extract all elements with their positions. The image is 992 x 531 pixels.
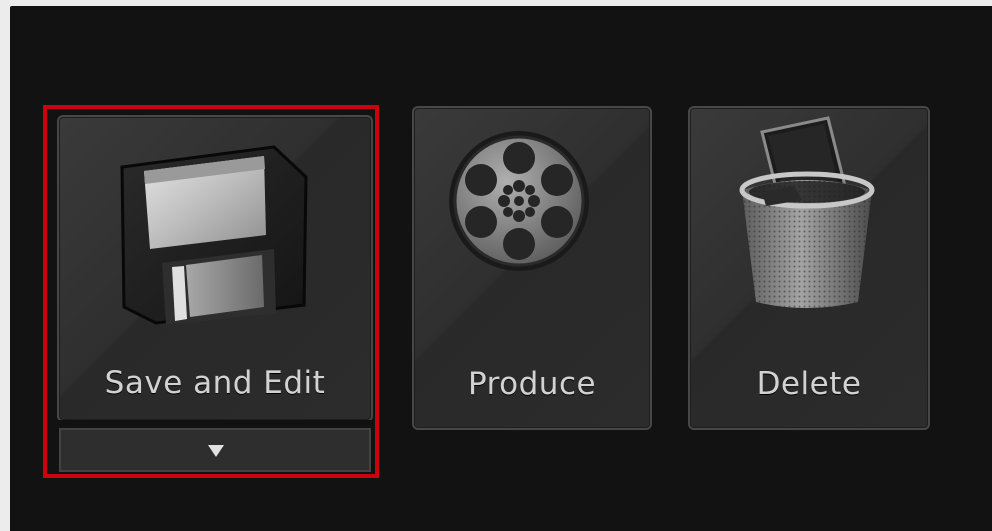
produce-button[interactable]: Produce — [412, 106, 652, 430]
trash-can-icon — [732, 114, 882, 314]
save-options-dropdown[interactable] — [59, 428, 371, 472]
floppy-disk-icon — [114, 137, 314, 337]
produce-label: Produce — [467, 366, 597, 402]
film-reel-icon — [444, 126, 594, 276]
split-divider — [57, 420, 373, 425]
delete-button[interactable]: Delete — [688, 106, 930, 430]
delete-label: Delete — [756, 366, 862, 402]
save-and-edit-label: Save and Edit — [104, 365, 326, 401]
chevron-down-icon — [208, 445, 224, 457]
save-and-edit-button[interactable]: Save and Edit — [57, 115, 373, 422]
